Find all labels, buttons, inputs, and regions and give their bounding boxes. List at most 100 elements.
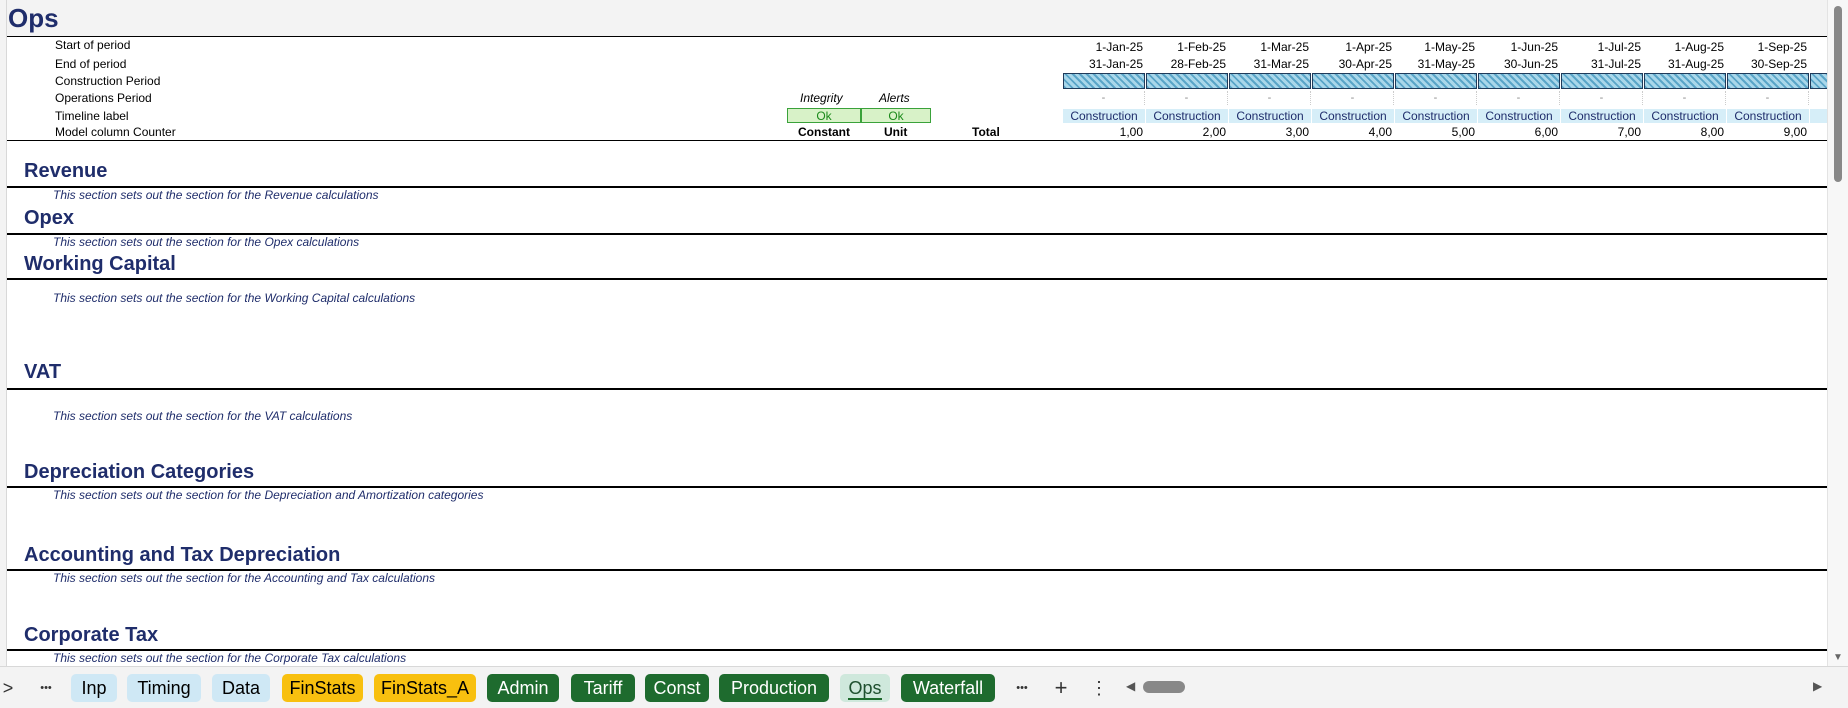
section-title-opex: Opex <box>24 207 75 229</box>
construction-flag-cell[interactable] <box>1229 73 1311 89</box>
alerts-ok-cell[interactable]: Ok <box>861 108 931 123</box>
timeline-label-cell[interactable]: Construction <box>1395 109 1477 123</box>
column-counter-cell[interactable]: 1,00 <box>1063 125 1143 139</box>
timeline-label-cell[interactable]: Construction <box>1561 109 1643 123</box>
tab-data[interactable]: Data <box>212 674 270 702</box>
operations-flag-cell[interactable]: - <box>1312 91 1394 105</box>
period-end-cell[interactable]: 31-May-25 <box>1395 57 1475 71</box>
period-start-cell[interactable]: 1-Feb-25 <box>1146 40 1226 54</box>
column-counter-cell[interactable]: 9,00 <box>1727 125 1807 139</box>
label-end-of-period: End of period <box>55 57 127 71</box>
construction-flag-cell[interactable] <box>1727 73 1809 89</box>
period-start-cell[interactable]: 1-Aug-25 <box>1644 40 1724 54</box>
scroll-left-icon[interactable]: ◀ <box>1126 679 1135 693</box>
add-sheet-icon[interactable]: + <box>1048 674 1074 702</box>
scroll-down-icon[interactable]: ▼ <box>1833 652 1843 663</box>
construction-flag-cell[interactable] <box>1063 73 1145 89</box>
column-constant: Constant <box>798 125 850 139</box>
tab-finstats[interactable]: FinStats <box>282 674 363 702</box>
sheet-tab-bar: > ••• Inp Timing Data FinStats FinStats_… <box>0 666 1848 708</box>
sheet-top-band <box>7 0 1828 36</box>
tab-tariff[interactable]: Tariff <box>571 674 635 702</box>
column-counter-cell[interactable]: 8,00 <box>1644 125 1724 139</box>
integrity-ok-cell[interactable]: Ok <box>787 108 861 123</box>
vertical-scroll-thumb[interactable] <box>1834 6 1842 182</box>
period-start-cell[interactable]: 1-Jun-25 <box>1478 40 1558 54</box>
timeline-label-cell[interactable]: Construction <box>1727 109 1809 123</box>
column-counter-cell[interactable]: 2,00 <box>1146 125 1226 139</box>
timeline-label-cell[interactable]: Construction <box>1312 109 1394 123</box>
timeline-label-cell[interactable]: Construction <box>1146 109 1228 123</box>
section-title-depreciation-categories: Depreciation Categories <box>24 461 255 483</box>
worksheet[interactable]: Ops Start of period End of period Constr… <box>0 0 1828 666</box>
column-unit: Unit <box>884 125 908 139</box>
period-end-cell[interactable]: 30-Apr-25 <box>1312 57 1392 71</box>
row-gutter <box>0 0 7 666</box>
column-counter-cell[interactable]: 3,00 <box>1229 125 1309 139</box>
period-end-cell[interactable]: 30-Jun-25 <box>1478 57 1558 71</box>
construction-flag-cell[interactable] <box>1644 73 1726 89</box>
operations-flag-cell[interactable]: - <box>1395 91 1477 105</box>
period-end-cell[interactable]: 30-Sep-25 <box>1727 57 1807 71</box>
timeline-label-cell[interactable]: Construction <box>1478 109 1560 123</box>
period-start-cell[interactable]: 1-Apr-25 <box>1312 40 1392 54</box>
construction-flag-cell[interactable] <box>1810 73 1828 89</box>
scroll-right-icon[interactable]: ▶ <box>1813 679 1822 693</box>
operations-flag-cell[interactable]: - <box>1644 91 1726 105</box>
sheet-options-icon[interactable]: ⋮ <box>1090 674 1108 702</box>
period-start-cell[interactable]: 1-Sep-25 <box>1727 40 1807 54</box>
tab-admin[interactable]: Admin <box>487 674 559 702</box>
construction-flag-cell[interactable] <box>1478 73 1560 89</box>
operations-flag-cell[interactable]: - <box>1063 91 1145 105</box>
tab-production[interactable]: Production <box>719 674 829 702</box>
construction-flag-cell[interactable] <box>1312 73 1394 89</box>
section-rule-corporate-tax <box>7 649 1828 651</box>
column-counter-cell[interactable]: 6,00 <box>1478 125 1558 139</box>
tab-inp[interactable]: Inp <box>71 674 117 702</box>
operations-flag-cell[interactable]: - <box>1561 91 1643 105</box>
period-end-cell[interactable]: 31-Jul-25 <box>1561 57 1641 71</box>
tab-const[interactable]: Const <box>645 674 709 702</box>
vertical-scrollbar[interactable]: ▼ <box>1827 0 1848 666</box>
tab-ops[interactable]: Ops <box>840 674 890 702</box>
column-counter-cell[interactable]: 4,00 <box>1312 125 1392 139</box>
construction-flag-cell[interactable] <box>1146 73 1228 89</box>
tab-finstats-a[interactable]: FinStats_A <box>374 674 476 702</box>
period-start-cell[interactable]: 1-Jul-25 <box>1561 40 1641 54</box>
operations-flag-cell[interactable]: - <box>1229 91 1311 105</box>
column-counter-cell[interactable]: 5,00 <box>1395 125 1475 139</box>
timeline-label-cell[interactable]: C <box>1810 109 1828 123</box>
timeline-label-cell[interactable]: Construction <box>1229 109 1311 123</box>
label-construction-period: Construction Period <box>55 74 161 88</box>
timeline-label-cell[interactable]: Construction <box>1644 109 1726 123</box>
tab-waterfall[interactable]: Waterfall <box>901 674 995 702</box>
section-title-revenue: Revenue <box>24 160 108 182</box>
operations-flag-cell[interactable]: - <box>1478 91 1560 105</box>
section-desc-depreciation-categories: This section sets out the section for th… <box>53 488 484 502</box>
period-start-cell[interactable]: 1-May-25 <box>1395 40 1475 54</box>
construction-flag-cell[interactable] <box>1561 73 1643 89</box>
horizontal-scroll-thumb[interactable] <box>1143 681 1185 693</box>
section-title-vat: VAT <box>24 361 62 383</box>
tab-timing[interactable]: Timing <box>127 674 201 702</box>
section-desc-vat: This section sets out the section for th… <box>53 409 353 423</box>
more-tabs-right-icon[interactable]: ••• <box>1008 674 1036 702</box>
period-end-cell[interactable]: 31-Aug-25 <box>1644 57 1724 71</box>
period-start-cell[interactable]: 1-Jan-25 <box>1063 40 1143 54</box>
period-end-cell[interactable]: 31-Mar-25 <box>1229 57 1309 71</box>
section-desc-revenue: This section sets out the section for th… <box>53 188 379 202</box>
more-tabs-left-icon[interactable]: ••• <box>32 674 60 702</box>
label-start-of-period: Start of period <box>55 38 131 52</box>
header-bottom-rule <box>7 140 1828 141</box>
construction-flag-cell[interactable] <box>1395 73 1477 89</box>
period-end-cell[interactable]: 31-Jan-25 <box>1063 57 1143 71</box>
operations-flag-cell[interactable]: - <box>1146 91 1228 105</box>
column-counter-cell[interactable]: 7,00 <box>1561 125 1641 139</box>
tab-nav-prev-icon[interactable]: > <box>2 674 14 702</box>
period-start-cell[interactable]: 1-Mar-25 <box>1229 40 1309 54</box>
operations-flag-cell[interactable]: - <box>1727 91 1809 105</box>
operations-flag-cell[interactable] <box>1810 91 1828 105</box>
timeline-label-cell[interactable]: Construction <box>1063 109 1145 123</box>
section-title-working-capital: Working Capital <box>24 253 176 275</box>
period-end-cell[interactable]: 28-Feb-25 <box>1146 57 1226 71</box>
